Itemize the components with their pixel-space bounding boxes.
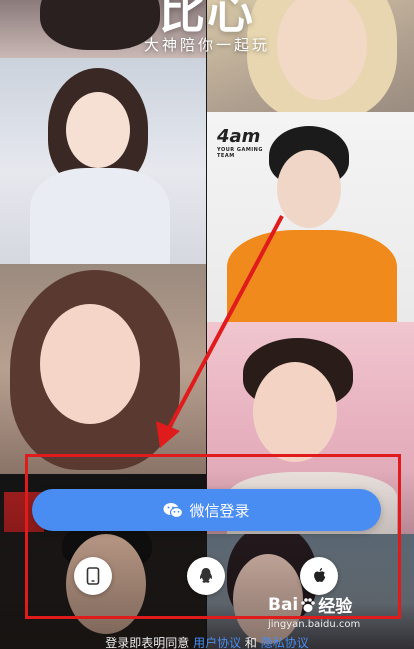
photo-tile <box>0 264 206 474</box>
team-logo: 4am YOUR GAMING TEAM <box>217 126 263 159</box>
photo-tile: 4am YOUR GAMING TEAM <box>207 112 414 322</box>
watermark-brand: Bai <box>268 594 299 615</box>
agreement-prefix: 登录即表明同意 <box>105 636 190 649</box>
apple-icon <box>314 568 326 582</box>
agreement-and: 和 <box>244 636 257 649</box>
wechat-icon <box>163 502 184 518</box>
phone-icon <box>86 567 100 585</box>
photo-tile <box>0 58 206 264</box>
watermark-suffix: 经验 <box>318 597 353 617</box>
user-agreement-link[interactable]: 用户协议 <box>193 636 241 649</box>
phone-login-button[interactable] <box>74 557 112 595</box>
wechat-login-button[interactable]: 微信登录 <box>32 489 381 531</box>
app-slogan: 大神陪你一起玩 <box>143 36 270 54</box>
qq-login-button[interactable] <box>187 557 225 595</box>
wechat-login-label: 微信登录 <box>189 501 250 520</box>
paw-icon <box>301 597 316 612</box>
app-header: 比心 大神陪你一起玩 <box>0 0 414 55</box>
qq-icon <box>199 568 213 583</box>
baidu-watermark: Bai 经验 jingyan.baidu.com <box>268 592 414 649</box>
apple-login-button[interactable] <box>300 557 338 595</box>
watermark-url: jingyan.baidu.com <box>268 619 361 630</box>
app-logo: 比心 <box>159 0 255 39</box>
